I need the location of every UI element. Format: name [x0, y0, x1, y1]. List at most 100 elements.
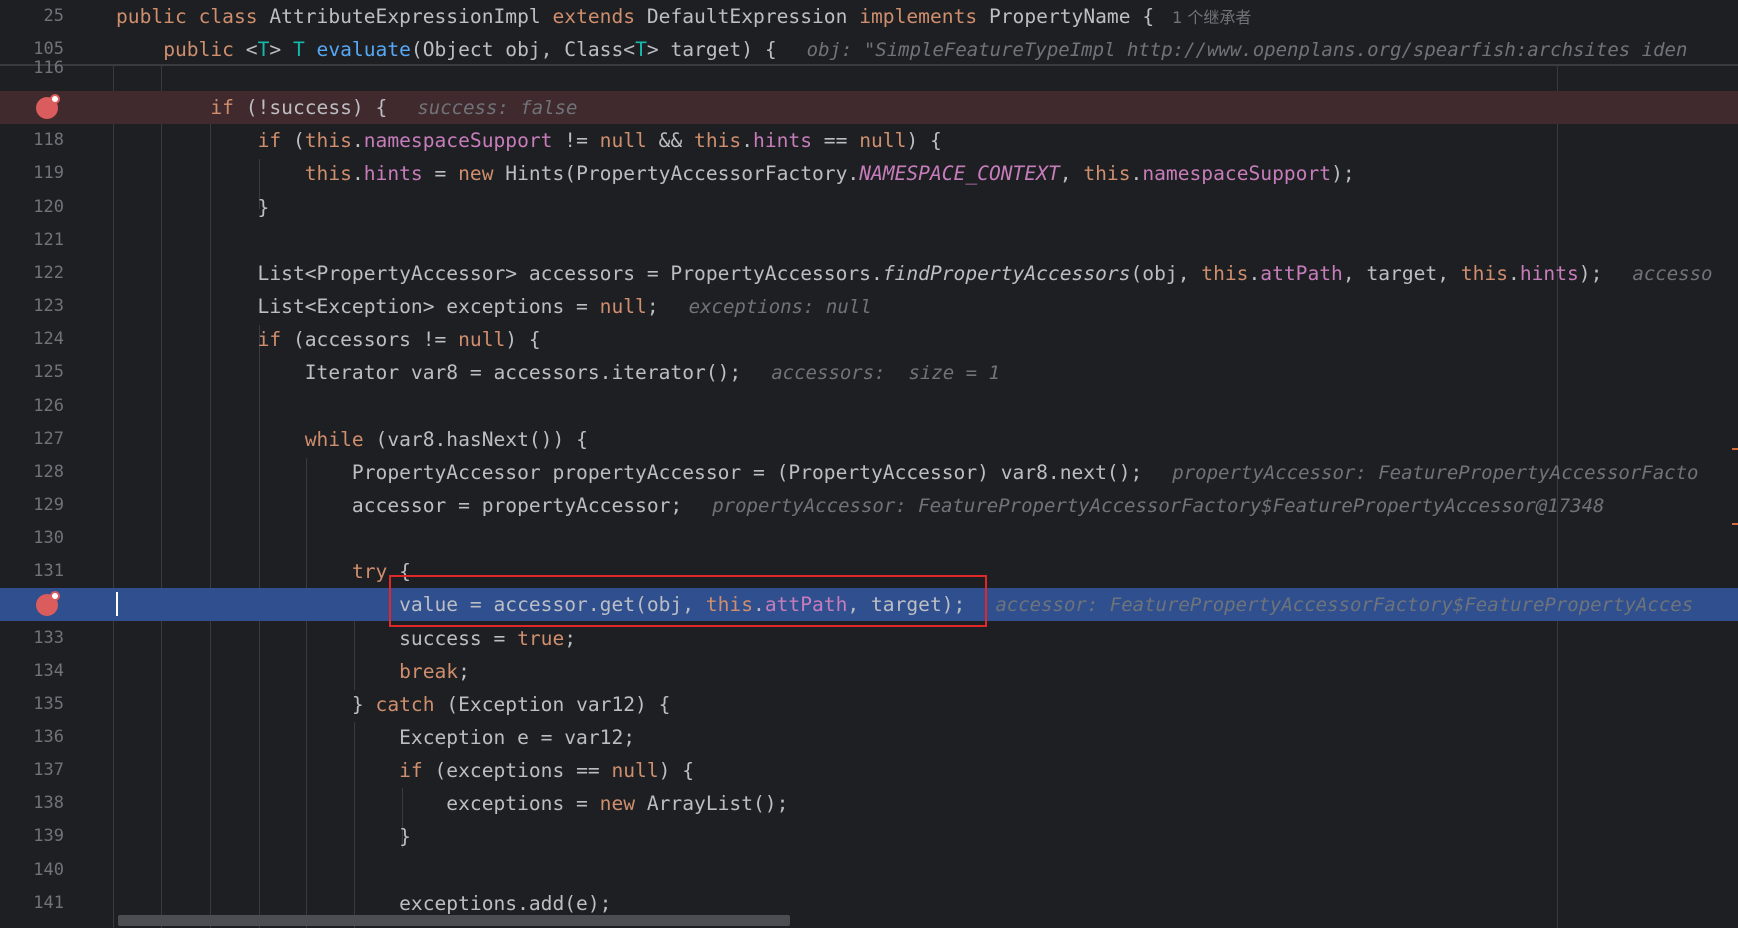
code-token: namespaceSupport [1142, 162, 1332, 185]
code-token: exceptions = [116, 792, 600, 815]
line-number[interactable]: 123 [0, 290, 64, 323]
line-number[interactable]: 130 [0, 522, 64, 555]
line-number[interactable]: 136 [0, 721, 64, 754]
code-text: } catch (Exception var12) { [116, 688, 671, 721]
line-number[interactable]: 135 [0, 688, 64, 721]
code-line[interactable]: 139 } [0, 820, 1738, 853]
line-number[interactable]: 129 [0, 489, 64, 522]
inheritors-hint[interactable]: 1 个继承者 [1172, 8, 1251, 27]
code-line[interactable]: 130 [0, 522, 1738, 555]
breakpoint-icon[interactable] [36, 94, 60, 119]
line-number[interactable]: 25 [0, 0, 64, 33]
error-stripe-marker[interactable] [1732, 523, 1738, 525]
line-number[interactable]: 137 [0, 754, 64, 787]
code-token: true [517, 627, 565, 650]
line-number[interactable]: 133 [0, 622, 64, 655]
inline-debug-value-hint[interactable]: propertyAccessor: FeaturePropertyAccesso… [1172, 462, 1698, 484]
line-number[interactable]: 118 [0, 124, 64, 157]
line-number[interactable]: 126 [0, 390, 64, 423]
code-token: null [611, 759, 659, 782]
inline-debug-value-hint[interactable]: accessor: FeaturePropertyAccessorFactory… [995, 594, 1693, 616]
code-line[interactable]: 134 break; [0, 655, 1738, 688]
code-token: accessor = propertyAccessor; [116, 494, 683, 517]
code-line[interactable]: 137 if (exceptions == null) { [0, 754, 1738, 787]
inline-debug-value-hint[interactable]: exceptions: null [689, 296, 872, 318]
inline-debug-value-hint[interactable]: success: false [417, 97, 577, 119]
line-number[interactable]: 140 [0, 854, 64, 887]
line-number[interactable]: 124 [0, 323, 64, 356]
code-token: null [599, 129, 647, 152]
code-line[interactable]: 116 [0, 58, 1738, 78]
inline-debug-value-hint[interactable]: accesso [1632, 263, 1712, 285]
code-line[interactable]: 120 } [0, 191, 1738, 224]
code-line[interactable]: 122 List<PropertyAccessor> accessors = P… [0, 257, 1738, 290]
line-number[interactable]: 125 [0, 356, 64, 389]
code-text: PropertyAccessor propertyAccessor = (Pro… [116, 456, 1699, 490]
code-token: (!success) { [245, 96, 388, 119]
line-number[interactable]: 141 [0, 887, 64, 920]
line-number[interactable]: 116 [0, 58, 64, 78]
code-token: List<PropertyAccessor> accessors = Prope… [116, 262, 883, 285]
code-token: ; [646, 295, 659, 318]
code-line[interactable]: 118 if (this.namespaceSupport != null &&… [0, 124, 1738, 157]
code-token: Hints(PropertyAccessorFactory. [505, 162, 860, 185]
code-text: Iterator var8 = accessors.iterator(); acc… [116, 356, 1000, 390]
code-line[interactable]: 129 accessor = propertyAccessor; property… [0, 489, 1738, 522]
code-token: . [351, 129, 364, 152]
code-token: } [116, 693, 376, 716]
code-token: new [599, 792, 647, 815]
code-token: hints [1519, 262, 1579, 285]
code-token: exceptions.add(e); [116, 892, 612, 915]
code-token: Exception e = var12; [116, 726, 636, 749]
inline-debug-value-hint[interactable]: accessors: size = 1 [771, 362, 1000, 384]
sticky-code-line[interactable]: 25 public class AttributeExpressionImpl e… [0, 0, 1738, 33]
line-number[interactable]: 139 [0, 820, 64, 853]
line-number[interactable]: 128 [0, 456, 64, 489]
code-token: == [812, 129, 860, 152]
line-number[interactable]: 122 [0, 257, 64, 290]
code-token: . [1130, 162, 1143, 185]
line-number[interactable]: 142 [0, 920, 64, 928]
code-token: DefaultExpression [646, 5, 860, 28]
code-line[interactable]: 128 PropertyAccessor propertyAccessor = … [0, 456, 1738, 489]
error-stripe-marker[interactable] [1732, 448, 1738, 450]
code-line[interactable]: 138 exceptions = new ArrayList(); [0, 787, 1738, 820]
code-token: ; [564, 627, 577, 650]
code-text: Exception e = var12; [116, 721, 635, 754]
code-line[interactable]: 124 if (accessors != null) { [0, 323, 1738, 356]
code-line[interactable]: 135 } catch (Exception var12) { [0, 688, 1738, 721]
code-token: namespaceSupport [363, 129, 553, 152]
code-line[interactable]: 140 [0, 854, 1738, 887]
code-token: . [741, 129, 754, 152]
horizontal-scrollbar[interactable] [118, 915, 790, 926]
line-number[interactable]: 134 [0, 655, 64, 688]
code-line[interactable]: if (!success) {success: false [0, 91, 1738, 124]
code-token: null [859, 129, 907, 152]
code-line[interactable]: 121 [0, 224, 1738, 257]
text-caret [116, 592, 118, 616]
code-text: if (exceptions == null) { [116, 754, 694, 787]
code-line[interactable]: 123 List<Exception> exceptions = null; ex… [0, 290, 1738, 323]
line-number[interactable]: 120 [0, 191, 64, 224]
code-token: ( [292, 129, 305, 152]
line-number[interactable]: 127 [0, 423, 64, 456]
code-line[interactable]: 126 [0, 390, 1738, 423]
code-token: if [257, 328, 293, 351]
code-editor[interactable]: 25 public class AttributeExpressionImpl e… [0, 0, 1738, 928]
line-number[interactable]: 131 [0, 555, 64, 588]
code-line[interactable]: 136 Exception e = var12; [0, 721, 1738, 754]
breakpoint-icon[interactable] [36, 591, 60, 616]
code-token: && [646, 129, 695, 152]
code-line[interactable]: 119 this.hints = new Hints(PropertyAcces… [0, 157, 1738, 190]
line-number[interactable]: 121 [0, 224, 64, 257]
line-number[interactable]: 119 [0, 157, 64, 190]
code-line[interactable]: 125 Iterator var8 = accessors.iterator()… [0, 356, 1738, 389]
line-number[interactable]: 138 [0, 787, 64, 820]
code-line[interactable]: 127 while (var8.hasNext()) { [0, 423, 1738, 456]
inline-debug-value-hint[interactable]: propertyAccessor: FeaturePropertyAccesso… [712, 495, 1604, 517]
code-text: while (var8.hasNext()) { [116, 423, 588, 456]
code-token: new [458, 162, 506, 185]
